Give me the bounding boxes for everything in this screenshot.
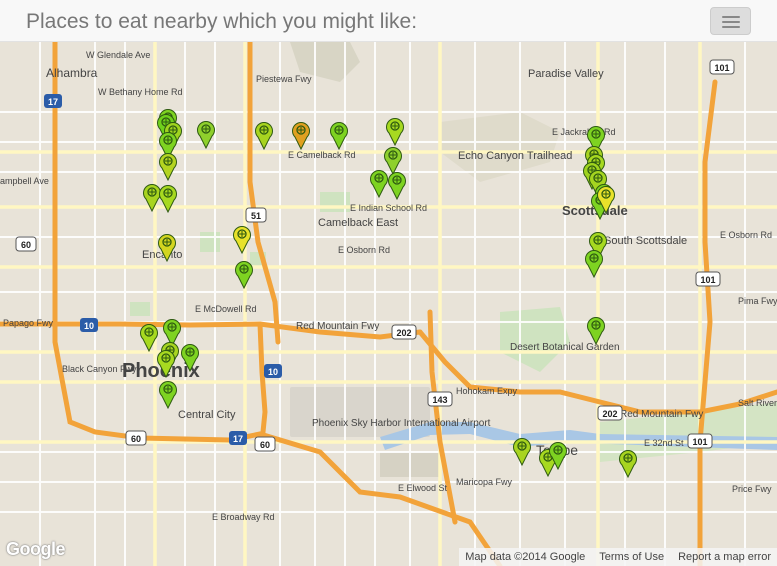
restaurant-marker-icon[interactable] bbox=[618, 448, 638, 478]
map-data-text: Map data ©2014 Google bbox=[465, 551, 586, 563]
map-attribution: Map data ©2014 Google Terms of Use Repor… bbox=[459, 548, 777, 566]
restaurant-marker-icon[interactable] bbox=[158, 183, 178, 213]
menu-toggle-button[interactable] bbox=[710, 7, 751, 35]
restaurant-marker-icon[interactable] bbox=[584, 248, 604, 278]
restaurant-marker-icon[interactable] bbox=[196, 119, 216, 149]
restaurant-marker-icon[interactable] bbox=[180, 342, 200, 372]
restaurant-marker-icon[interactable] bbox=[385, 116, 405, 146]
restaurant-marker-icon[interactable] bbox=[254, 120, 274, 150]
restaurant-marker-icon[interactable] bbox=[548, 440, 568, 470]
map-view[interactable]: Alhambra W Glendale Ave W Bethany Home R… bbox=[0, 42, 777, 566]
google-logo: Google bbox=[6, 539, 66, 559]
restaurant-marker-icon[interactable] bbox=[387, 170, 407, 200]
restaurant-marker-icon[interactable] bbox=[158, 379, 178, 409]
restaurant-marker-icon[interactable] bbox=[156, 348, 176, 378]
navbar: Places to eat nearby which you might lik… bbox=[0, 0, 777, 42]
restaurant-marker-icon[interactable] bbox=[512, 436, 532, 466]
restaurant-marker-icon[interactable] bbox=[232, 224, 252, 254]
page-title: Places to eat nearby which you might lik… bbox=[26, 10, 418, 33]
restaurant-marker-icon[interactable] bbox=[234, 259, 254, 289]
restaurant-marker-icon[interactable] bbox=[369, 168, 389, 198]
restaurant-marker-icon[interactable] bbox=[158, 151, 178, 181]
report-map-error-link[interactable]: Report a map error bbox=[678, 551, 771, 563]
restaurant-marker-icon[interactable] bbox=[291, 120, 311, 150]
restaurant-marker-icon[interactable] bbox=[596, 184, 616, 214]
restaurant-marker-icon[interactable] bbox=[329, 120, 349, 150]
terms-of-use-link[interactable]: Terms of Use bbox=[599, 551, 664, 563]
restaurant-marker-icon[interactable] bbox=[157, 232, 177, 262]
restaurant-marker-icon[interactable] bbox=[586, 315, 606, 345]
